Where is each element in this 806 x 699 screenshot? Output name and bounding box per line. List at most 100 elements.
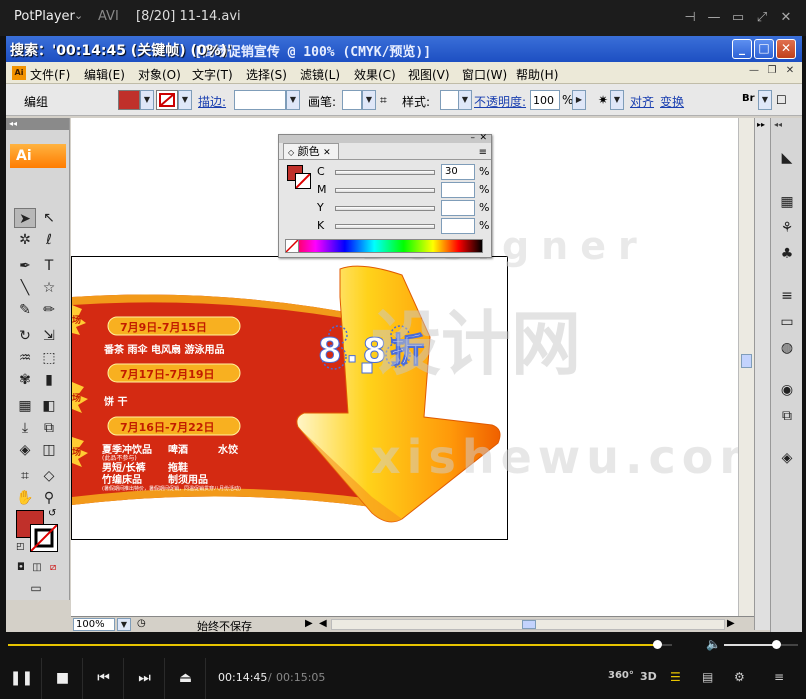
close-button[interactable]: ✕ (776, 39, 796, 59)
bridge-icon[interactable]: Br (742, 93, 755, 104)
panel-collapse-icon[interactable]: ◂◂ (6, 118, 69, 130)
screen-mode-icon[interactable]: ▭ (24, 578, 48, 598)
mesh-tool-icon[interactable]: ▦ (14, 396, 36, 416)
volume-handle[interactable] (771, 640, 781, 649)
transform-link[interactable]: 变换 (660, 93, 684, 110)
fullscreen-icon[interactable]: ⤢ (752, 8, 772, 28)
type-tool-icon[interactable]: T (38, 256, 60, 276)
black-slider[interactable] (335, 224, 435, 229)
magic-wand-tool-icon[interactable]: ✲ (14, 230, 36, 250)
recolor-dropdown[interactable]: ▼ (610, 90, 624, 110)
status-menu-icon[interactable]: ▶ (305, 618, 313, 629)
live-paint-tool-icon[interactable]: ◈ (14, 440, 36, 460)
stroke-panel-icon[interactable]: ≡ (776, 286, 798, 306)
horizontal-scrollbar[interactable] (331, 619, 725, 630)
app-icon[interactable]: Ai (12, 66, 26, 80)
vertical-scroll-thumb[interactable] (741, 354, 752, 368)
brush-options-icon[interactable]: ⌗ (380, 93, 387, 108)
panel-menu-icon[interactable]: ≡ (479, 147, 487, 158)
bridge-dropdown[interactable]: ▼ (758, 90, 772, 110)
checkbox-icon[interactable]: ☐ (776, 93, 787, 107)
menu-file[interactable]: 文件(F) (30, 66, 70, 83)
pencil-tool-icon[interactable]: ✏ (38, 300, 60, 320)
opacity-link[interactable]: 不透明度: (474, 93, 526, 110)
horizontal-scroll-thumb[interactable] (522, 620, 536, 629)
swap-colors-icon[interactable]: ↺ (48, 508, 56, 519)
pin-icon[interactable]: ⊣ (680, 8, 700, 28)
menu-filter[interactable]: 滤镜(L) (300, 66, 340, 83)
brushes-icon[interactable]: ⚘ (776, 218, 798, 238)
player-brand[interactable]: PotPlayer (14, 9, 75, 24)
symbols-icon[interactable]: ♣ (776, 244, 798, 264)
recolor-icon[interactable]: ✷ (598, 93, 608, 107)
chevron-down-icon[interactable]: ⌄ (74, 9, 83, 22)
eraser-tool-icon[interactable]: ◇ (38, 466, 60, 486)
scroll-left-icon[interactable]: ◀ (319, 618, 327, 629)
scroll-right-icon[interactable]: ▶ (727, 618, 735, 629)
style-swatch[interactable] (440, 90, 460, 110)
vr-360-button[interactable]: 360° (608, 670, 634, 681)
blend-tool-icon[interactable]: ⧉ (38, 418, 60, 438)
swatches-icon[interactable]: ▦ (776, 192, 798, 212)
opacity-dropdown[interactable]: ▶ (572, 90, 586, 110)
line-tool-icon[interactable]: ╲ (14, 278, 36, 298)
yellow-value-input[interactable] (441, 200, 475, 216)
maximize-button[interactable]: □ (754, 39, 774, 59)
graph-tool-icon[interactable]: ▮ (38, 370, 60, 390)
free-transform-tool-icon[interactable]: ⬚ (38, 348, 60, 368)
slice-tool-icon[interactable]: ⌗ (14, 466, 36, 486)
color-spectrum-bar[interactable] (285, 239, 483, 253)
default-colors-icon[interactable]: ◰ (16, 542, 25, 552)
status-info-icon[interactable]: ◷ (137, 618, 146, 629)
menu-help[interactable]: 帮助(H) (516, 66, 558, 83)
doc-minimize-icon[interactable]: — (746, 65, 762, 80)
lasso-tool-icon[interactable]: ℓ (38, 230, 60, 250)
menu-window[interactable]: 窗口(W) (462, 66, 507, 83)
brush-swatch[interactable] (342, 90, 362, 110)
stroke-color-swatch[interactable] (156, 90, 178, 110)
previous-button[interactable]: ⏮ (84, 658, 124, 699)
dock-expand-icon[interactable]: ▸▸ (757, 120, 765, 129)
zoom-level-input[interactable]: 100% (73, 618, 115, 631)
next-button[interactable]: ⏭ (125, 658, 165, 699)
volume-icon[interactable]: 🔈 (706, 637, 721, 651)
settings-gear-icon[interactable]: ⚙ (734, 670, 745, 684)
playlist-icon[interactable]: ▤ (702, 670, 713, 684)
eyedropper-tool-icon[interactable]: ⤓ (14, 418, 36, 438)
cyan-slider[interactable] (335, 170, 435, 175)
fill-color-swatch[interactable] (118, 90, 140, 110)
stroke-dropdown-arrow[interactable]: ▼ (178, 90, 192, 110)
yellow-slider[interactable] (335, 206, 435, 211)
tab-close-icon[interactable]: ✕ (323, 148, 331, 158)
navigator-icon[interactable]: ◣ (776, 148, 798, 168)
panel-close-icon[interactable]: ✕ (479, 133, 487, 143)
stroke-link[interactable]: 描边: (198, 93, 226, 110)
menu-select[interactable]: 选择(S) (246, 66, 287, 83)
fill-dropdown-arrow[interactable]: ▼ (140, 90, 154, 110)
minimize-button[interactable]: _ (732, 39, 752, 59)
stop-button[interactable]: ■ (43, 658, 83, 699)
pen-tool-icon[interactable]: ✒ (14, 256, 36, 276)
menu-type[interactable]: 文字(T) (192, 66, 233, 83)
rotate-tool-icon[interactable]: ↻ (14, 326, 36, 346)
doc-close-icon[interactable]: ✕ (782, 65, 798, 80)
volume-slider[interactable] (724, 640, 798, 649)
panel-stroke-swatch[interactable] (295, 173, 311, 189)
none-mode-icon[interactable]: ⧄ (42, 558, 64, 578)
gradient-tool-icon[interactable]: ◧ (38, 396, 60, 416)
menu-edit[interactable]: 编辑(E) (84, 66, 125, 83)
live-paint-select-icon[interactable]: ◫ (38, 440, 60, 460)
color-panel-header[interactable] (279, 135, 491, 143)
direct-selection-tool-icon[interactable]: ↖ (38, 208, 60, 228)
gradient-panel-icon[interactable]: ▭ (776, 312, 798, 332)
paintbrush-tool-icon[interactable]: ✎ (14, 300, 36, 320)
graphic-styles-icon[interactable]: ⧉ (776, 406, 798, 426)
align-link[interactable]: 对齐 (630, 93, 654, 110)
menu-hamburger-icon[interactable]: ≡ (774, 670, 784, 684)
menu-object[interactable]: 对象(O) (138, 66, 181, 83)
cyan-value-input[interactable]: 30 (441, 164, 475, 180)
close-icon[interactable]: ✕ (776, 8, 796, 28)
stroke-color-box[interactable] (30, 524, 58, 552)
seek-handle[interactable] (653, 640, 663, 649)
restore-icon[interactable]: ▭ (728, 8, 748, 28)
